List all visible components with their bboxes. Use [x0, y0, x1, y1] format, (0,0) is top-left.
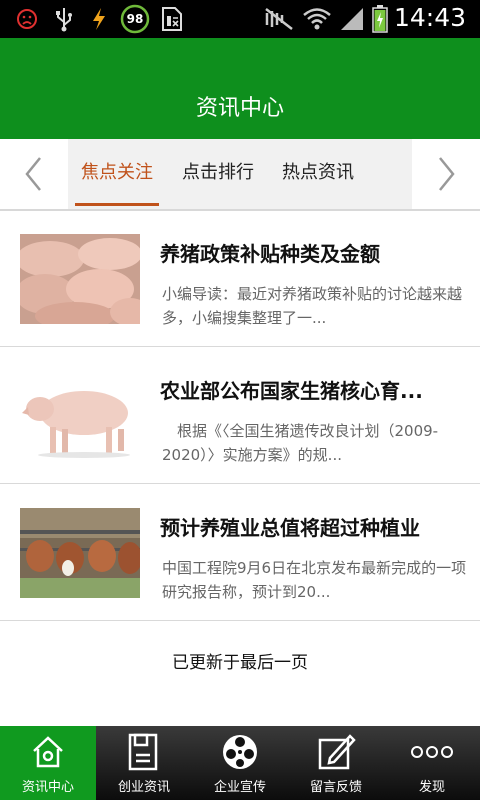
nav-label: 企业宣传 — [213, 780, 266, 795]
article-thumbnail — [20, 234, 140, 324]
article-summary: 根据《〈全国生猪遗传改良计划（2009-2020）〉实施方案》的规... — [162, 422, 439, 464]
page-title: 资讯中心 — [195, 96, 284, 121]
chevron-right-icon — [439, 157, 455, 191]
calendar-app-icon — [160, 6, 184, 32]
article-list-item[interactable]: 农业部公布国家生猪核心育... 根据《〈全国生猪遗传改良计划（2009-2020… — [0, 347, 480, 484]
tab-ranking[interactable]: 点击排行 — [175, 139, 261, 209]
wifi-icon — [302, 6, 332, 32]
tab-hot-news[interactable]: 热点资讯 — [275, 139, 361, 209]
edit-icon — [288, 732, 384, 772]
bottom-navigation: 资讯中心 创业资讯 企业宣传 留言反馈 发现 — [0, 726, 480, 800]
nav-label: 资讯中心 — [21, 780, 74, 795]
home-icon — [0, 732, 96, 772]
signal-icon — [338, 6, 366, 32]
nav-label: 留言反馈 — [309, 780, 362, 795]
nav-news-center[interactable]: 资讯中心 — [0, 726, 96, 800]
category-tab-bar: 焦点关注 点击排行 热点资讯 — [0, 139, 480, 211]
article-summary: 小编导读：最近对养猪政策补贴的讨论越来越多，小编搜集整理了一... — [162, 285, 463, 327]
tab-focus[interactable]: 焦点关注 — [75, 139, 159, 209]
next-tab-button[interactable] — [412, 139, 480, 209]
list-end-message: 已更新于最后一页 — [172, 653, 308, 673]
status-bar: 98 14:43 — [0, 0, 480, 38]
article-title: 预计养殖业总值将超过种植业 — [160, 516, 420, 540]
chevron-left-icon — [25, 157, 41, 191]
article-title: 农业部公布国家生猪核心育... — [160, 379, 423, 403]
nav-feedback[interactable]: 留言反馈 — [288, 726, 384, 800]
mute-icon — [264, 6, 296, 32]
nav-discover[interactable]: 发现 — [384, 726, 480, 800]
prev-tab-button[interactable] — [0, 139, 68, 209]
article-thumbnail — [20, 508, 140, 598]
article-thumbnail — [20, 371, 140, 461]
article-list-item[interactable]: 预计养殖业总值将超过种植业 中国工程院9月6日在北京发布最新完成的一项研究报告称… — [0, 484, 480, 621]
battery-icon — [370, 5, 390, 33]
film-reel-icon — [192, 732, 288, 772]
clock: 14:43 — [393, 3, 466, 32]
battery-level-badge: 98 — [120, 4, 150, 34]
document-icon — [96, 732, 192, 772]
nav-startup-news[interactable]: 创业资讯 — [96, 726, 192, 800]
article-title: 养猪政策补贴种类及金额 — [160, 242, 380, 266]
article-list-item[interactable]: 养猪政策补贴种类及金额 小编导读：最近对养猪政策补贴的讨论越来越多，小编搜集整理… — [0, 210, 480, 347]
more-dots-icon — [384, 732, 480, 772]
app-header: 资讯中心 — [0, 38, 480, 139]
nav-company-promo[interactable]: 企业宣传 — [192, 726, 288, 800]
article-summary: 中国工程院9月6日在北京发布最新完成的一项研究报告称，预计到20... — [162, 559, 467, 601]
active-tab-indicator — [75, 203, 159, 206]
nav-label: 创业资讯 — [117, 780, 170, 795]
no-sim-warning-icon — [14, 6, 40, 32]
usb-icon — [52, 6, 76, 32]
nav-label: 发现 — [418, 780, 445, 795]
charging-bolt-icon — [88, 6, 110, 32]
